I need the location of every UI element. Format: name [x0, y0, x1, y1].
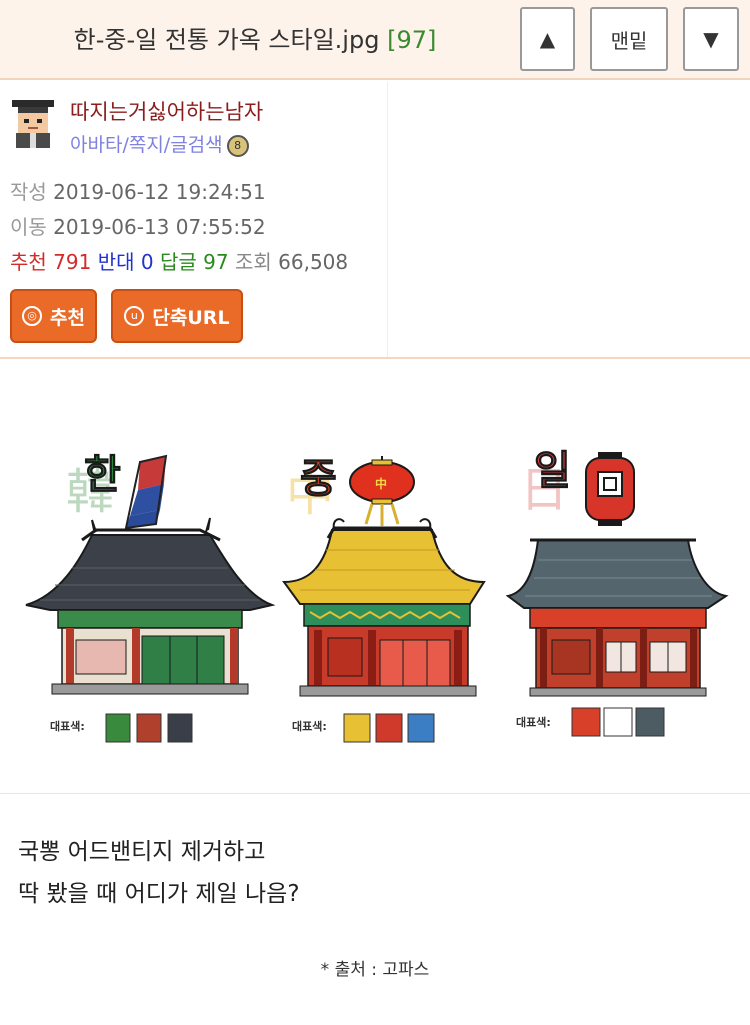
- oppose-value: 0: [140, 250, 154, 274]
- scroll-down-button[interactable]: ▼: [683, 7, 739, 71]
- lantern-char: 中: [375, 476, 387, 491]
- korea-house-illustration: 韓 한 대표색:: [25, 452, 276, 743]
- level-badge-icon: 8: [226, 134, 249, 157]
- recommend-label: 추천: [10, 250, 47, 274]
- post-stats: 추천 791 반대 0 답글 97 조회 66,508: [10, 246, 348, 275]
- avatar[interactable]: [10, 100, 56, 148]
- japan-char: 일: [534, 448, 571, 494]
- short-url-button-label: 단축URL: [152, 306, 230, 329]
- korea-color-swatch-3: [167, 713, 193, 743]
- reply-label: 답글: [159, 250, 197, 274]
- post-image[interactable]: 韓 한 대표색: 中 중 中 대표색: 日 일 대표색:: [0, 360, 750, 792]
- china-char: 중: [300, 456, 337, 502]
- red-lantern-icon: 中: [349, 456, 415, 526]
- post-body-line-1: 국뽕 어드밴티지 제거하고: [18, 839, 266, 865]
- recommend-button-label: 추천: [50, 306, 85, 329]
- post-title-text: 한-중-일 전통 가옥 스타일.jpg: [73, 26, 380, 54]
- moved-value: 2019-06-13 07:55:52: [53, 215, 266, 239]
- japan-palette-label: 대표색:: [516, 715, 551, 729]
- china-color-swatch-2: [375, 713, 403, 743]
- down-arrow-icon: ▼: [703, 27, 719, 51]
- divider: [0, 793, 750, 794]
- post-header-bar: 한-중-일 전통 가옥 스타일.jpg [97] ▲ 맨밑 ▼: [0, 0, 750, 80]
- source-note: * 출처 : 고파스: [320, 960, 430, 980]
- written-date: 작성 2019-06-12 19:24:51: [10, 176, 266, 205]
- china-color-swatch-3: [407, 713, 435, 743]
- yinyang-flag-icon: [124, 454, 168, 530]
- written-label: 작성: [10, 180, 47, 204]
- korea-color-swatch-1: [105, 713, 131, 743]
- japan-color-swatch-2: [603, 707, 633, 737]
- views-label: 조회: [234, 250, 272, 274]
- author-links-text[interactable]: 아바타/쪽지/글검색: [70, 134, 223, 156]
- japan-color-swatch-1: [571, 707, 601, 737]
- japan-house-illustration: 日 일 대표색:: [505, 448, 729, 737]
- recommend-button[interactable]: ◎ 추천: [10, 289, 97, 343]
- korea-color-swatch-2: [136, 713, 162, 743]
- divider: [0, 357, 750, 359]
- china-house-illustration: 中 중 中 대표색:: [282, 456, 486, 743]
- written-value: 2019-06-12 19:24:51: [53, 180, 266, 204]
- recommend-icon: ◎: [22, 306, 43, 326]
- post-body-line-2: 딱 봤을 때 어디가 제일 나음?: [18, 881, 300, 907]
- short-url-icon: u: [124, 306, 145, 326]
- comment-count[interactable]: [97]: [387, 26, 436, 54]
- moved-date: 이동 2019-06-13 07:55:52: [10, 211, 266, 240]
- up-arrow-icon: ▲: [539, 27, 556, 51]
- views-value: 66,508: [278, 250, 349, 274]
- china-color-swatch-1: [343, 713, 371, 743]
- author-links[interactable]: 아바타/쪽지/글검색 8: [70, 130, 249, 157]
- go-bottom-button[interactable]: 맨밑: [590, 7, 668, 71]
- china-palette-label: 대표색:: [292, 719, 327, 733]
- scroll-up-button[interactable]: ▲: [520, 7, 575, 71]
- japan-color-swatch-3: [635, 707, 665, 737]
- short-url-button[interactable]: u 단축URL: [111, 289, 243, 343]
- korea-char: 한: [84, 452, 121, 498]
- paper-lantern-icon: [585, 452, 635, 526]
- post-title: 한-중-일 전통 가옥 스타일.jpg [97]: [0, 0, 510, 80]
- recommend-value: 791: [53, 250, 92, 274]
- moved-label: 이동: [10, 215, 47, 239]
- oppose-label: 반대: [97, 250, 135, 274]
- korea-palette-label: 대표색:: [50, 719, 85, 733]
- reply-value: 97: [203, 250, 229, 274]
- author-nickname[interactable]: 따지는거싫어하는남자: [70, 96, 263, 126]
